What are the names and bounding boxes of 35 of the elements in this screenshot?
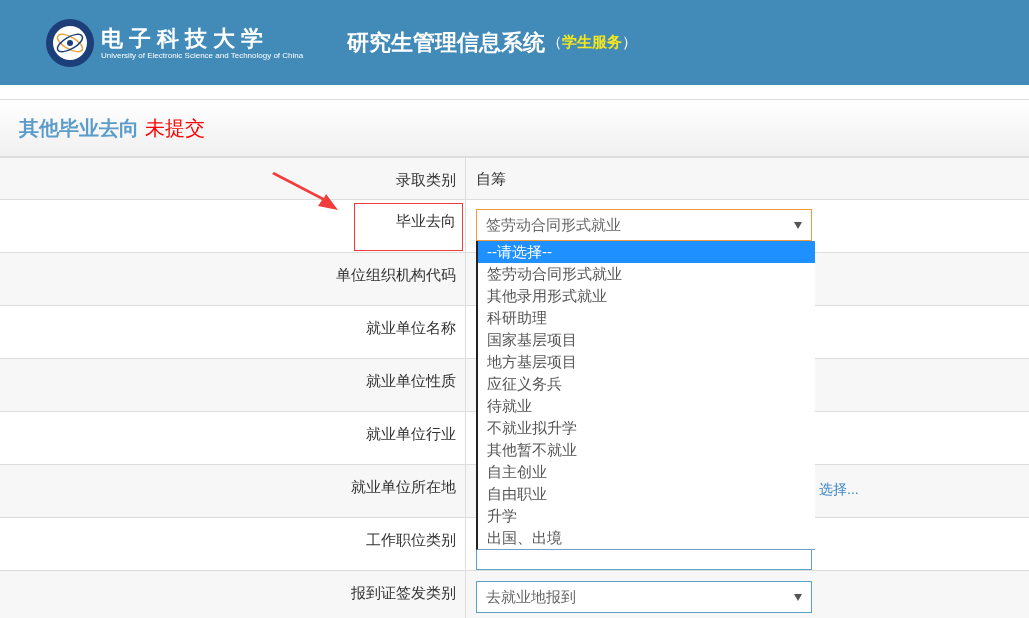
field-value: 自筹 — [476, 170, 506, 189]
dropdown-option[interactable]: 不就业拟升学 — [478, 417, 815, 439]
pointer-arrow-icon — [270, 172, 340, 212]
page-title: 其他毕业去向 — [19, 115, 139, 141]
dropdown-option[interactable]: 待就业 — [478, 395, 815, 417]
dropdown-option[interactable]: 科研助理 — [478, 307, 815, 329]
field-label: 就业单位行业 — [366, 425, 456, 444]
field-label: 工作职位类别 — [366, 531, 456, 550]
system-subtitle: （学生服务） — [547, 33, 637, 52]
dropdown-option[interactable]: 自主创业 — [478, 461, 815, 483]
dropdown-option[interactable]: 国家基层项目 — [478, 329, 815, 351]
university-seal-icon — [45, 17, 95, 68]
dropdown-option[interactable]: 出国、出境 — [478, 527, 815, 549]
field-label: 毕业去向 — [355, 204, 462, 250]
dropdown-option[interactable]: 其他暂不就业 — [478, 439, 815, 461]
field-label: 就业单位性质 — [366, 372, 456, 391]
caret-icon — [794, 593, 802, 601]
caret-icon — [794, 221, 802, 229]
university-english-name: University of Electronic Science and Technology of China — [101, 50, 304, 61]
status-label: 未提交 — [145, 115, 205, 141]
select-field[interactable]: 去就业地报到 — [476, 581, 812, 613]
university-name: 电子科技大学 — [101, 24, 270, 51]
dropdown-option[interactable]: 其他录用形式就业 — [478, 285, 815, 307]
system-title: 研究生管理信息系统 — [347, 28, 545, 57]
dropdown-option[interactable]: 自由职业 — [478, 483, 815, 505]
dropdown-option[interactable]: 地方基层项目 — [478, 351, 815, 373]
field-label: 单位组织机构代码 — [336, 266, 456, 285]
dropdown-option[interactable]: 升学 — [478, 505, 815, 527]
field-label: 录取类别 — [396, 171, 456, 190]
select-link[interactable]: 选择... — [819, 481, 859, 499]
field-label: 就业单位所在地 — [351, 478, 456, 497]
dropdown-option[interactable]: 应征义务兵 — [478, 373, 815, 395]
field-label: 就业单位名称 — [366, 319, 456, 338]
dropdown-option[interactable]: 签劳动合同形式就业 — [478, 263, 815, 285]
field-label: 报到证签发类别 — [351, 584, 456, 603]
